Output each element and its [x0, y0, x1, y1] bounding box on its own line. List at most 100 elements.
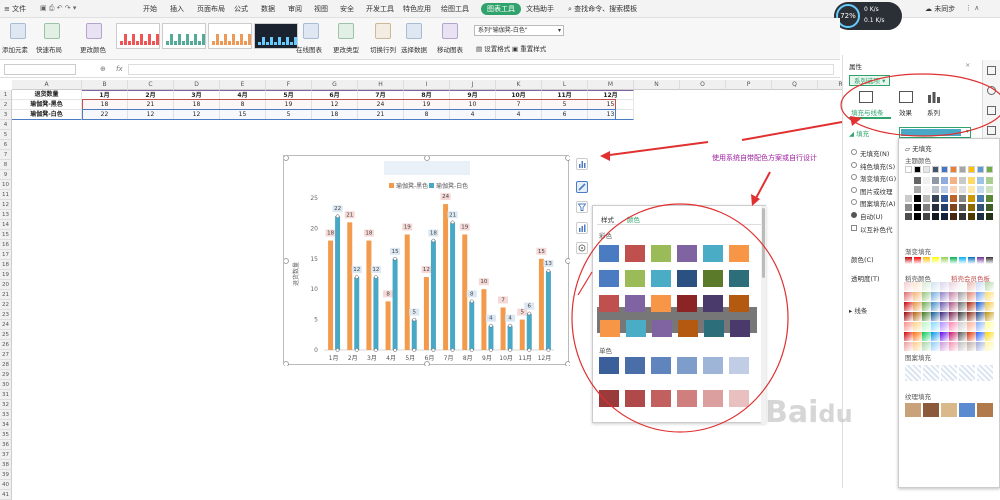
- column-header[interactable]: P: [726, 80, 772, 90]
- tab-9[interactable]: 特色应用: [403, 4, 431, 14]
- chart-resize-handle[interactable]: [424, 361, 430, 367]
- chart-styles-brush-icon[interactable]: [576, 181, 588, 193]
- bar-selection-handle[interactable]: [335, 348, 340, 352]
- column-header[interactable]: N: [634, 80, 680, 90]
- chart-resize-handle[interactable]: [424, 156, 430, 161]
- chart-resize-handle[interactable]: [565, 156, 571, 161]
- change-color-button[interactable]: 更改颜色: [80, 44, 106, 54]
- data-label[interactable]: 12: [423, 267, 430, 273]
- table-cell[interactable]: 退货数量: [12, 90, 82, 100]
- recommend-swatch[interactable]: [958, 342, 967, 351]
- chart-style-thumb-dark[interactable]: [254, 23, 298, 49]
- theme-swatch[interactable]: [950, 177, 957, 184]
- data-label[interactable]: 21: [449, 212, 456, 218]
- chart-resize-handle[interactable]: [284, 156, 289, 161]
- bar-white[interactable]: [450, 222, 456, 350]
- fill-radio[interactable]: [851, 174, 857, 180]
- recommend-swatch[interactable]: [931, 332, 940, 341]
- theme-swatch[interactable]: [932, 166, 939, 173]
- theme-swatch[interactable]: [986, 195, 993, 202]
- row-header[interactable]: 40: [0, 480, 12, 490]
- palette-swatch[interactable]: [599, 390, 619, 407]
- theme-swatch[interactable]: [986, 204, 993, 211]
- bar-selection-handle[interactable]: [412, 348, 417, 352]
- chart-area[interactable]: 瑜伽凳退货情况 瑜伽凳-黑色瑜伽凳-白色0510152025退货数量1月1822…: [283, 155, 571, 367]
- palette-swatch[interactable]: [600, 320, 620, 337]
- theme-swatch[interactable]: [941, 186, 948, 193]
- recommend-swatch[interactable]: [904, 322, 913, 331]
- series-select-dropdown[interactable]: 系列"输伽凳-白色" ▾: [474, 25, 564, 36]
- table-cell[interactable]: 瑜伽凳-黑色: [12, 100, 82, 110]
- recommend-swatch[interactable]: [949, 312, 958, 321]
- theme-swatch[interactable]: [959, 213, 966, 220]
- theme-swatch[interactable]: [986, 166, 993, 173]
- theme-swatch[interactable]: [923, 204, 930, 211]
- column-header[interactable]: J: [450, 80, 496, 90]
- palette-swatch[interactable]: [729, 357, 749, 374]
- bar-selection-handle[interactable]: [527, 311, 532, 316]
- switch-rowcol-button[interactable]: 切换行列: [370, 44, 396, 54]
- legend-label[interactable]: 瑜伽凳-黑色: [396, 182, 428, 190]
- theme-swatch[interactable]: [914, 213, 921, 220]
- theme-swatch[interactable]: [923, 186, 930, 193]
- row-header[interactable]: 36: [0, 440, 12, 450]
- bar-white[interactable]: [545, 270, 551, 350]
- data-label[interactable]: 13: [545, 261, 552, 267]
- theme-swatch[interactable]: [977, 177, 984, 184]
- recommend-swatch[interactable]: [949, 332, 958, 341]
- tab-11[interactable]: 图表工具: [481, 3, 521, 15]
- texture-swatch[interactable]: [959, 403, 975, 417]
- palette-swatch[interactable]: [677, 245, 697, 262]
- data-label[interactable]: 18: [365, 231, 372, 237]
- recommend-swatch[interactable]: [958, 292, 967, 301]
- bar-black[interactable]: [443, 204, 449, 350]
- palette-swatch[interactable]: [729, 390, 749, 407]
- recommend-swatch[interactable]: [922, 332, 931, 341]
- recommend-swatch[interactable]: [913, 312, 922, 321]
- recommend-swatch[interactable]: [967, 312, 976, 321]
- palette-swatch[interactable]: [729, 270, 749, 287]
- column-header[interactable]: H: [358, 80, 404, 90]
- popup-scrollbar[interactable]: [761, 206, 766, 424]
- data-label[interactable]: 7: [501, 297, 505, 303]
- palette-swatch[interactable]: [651, 357, 671, 374]
- legend-swatch[interactable]: [389, 183, 394, 188]
- bar-black[interactable]: [328, 240, 334, 350]
- palette-swatch[interactable]: [625, 390, 645, 407]
- tab-fill-line[interactable]: 填充与线条: [851, 107, 884, 117]
- gradient-swatch[interactable]: [905, 257, 912, 264]
- palette-swatch[interactable]: [651, 245, 671, 262]
- recommend-swatch[interactable]: [967, 302, 976, 311]
- recommend-swatch[interactable]: [985, 302, 994, 311]
- column-header[interactable]: A: [12, 80, 82, 90]
- theme-swatch[interactable]: [977, 204, 984, 211]
- theme-swatch[interactable]: [968, 204, 975, 211]
- set-format-button[interactable]: ▤ 设置格式: [476, 43, 510, 53]
- bar-black[interactable]: [347, 222, 353, 350]
- row-header[interactable]: 19: [0, 270, 12, 280]
- row-header[interactable]: 38: [0, 460, 12, 470]
- data-label[interactable]: 18: [430, 231, 437, 237]
- palette-swatch[interactable]: [625, 270, 645, 287]
- palette-swatch[interactable]: [703, 295, 723, 312]
- theme-swatch[interactable]: [977, 186, 984, 193]
- chart-style-thumb[interactable]: [162, 23, 206, 49]
- bar-selection-handle[interactable]: [354, 275, 359, 279]
- recommend-swatch[interactable]: [967, 342, 976, 351]
- row-header[interactable]: 24: [0, 320, 12, 330]
- pattern-swatch[interactable]: [923, 365, 939, 381]
- row-header[interactable]: 16: [0, 240, 12, 250]
- recommend-swatch[interactable]: [940, 322, 949, 331]
- move-chart-button[interactable]: 移动图表: [437, 44, 463, 54]
- row-header[interactable]: 25: [0, 330, 12, 340]
- recommend-swatch[interactable]: [913, 322, 922, 331]
- row-header[interactable]: 35: [0, 430, 12, 440]
- bar-selection-handle[interactable]: [469, 299, 474, 304]
- row-header[interactable]: 9: [0, 170, 12, 180]
- row-header[interactable]: 23: [0, 310, 12, 320]
- row-header[interactable]: 3: [0, 110, 12, 120]
- recommend-swatch[interactable]: [904, 312, 913, 321]
- recommend-swatch[interactable]: [913, 342, 922, 351]
- theme-swatch[interactable]: [977, 213, 984, 220]
- data-label[interactable]: 8: [470, 291, 474, 297]
